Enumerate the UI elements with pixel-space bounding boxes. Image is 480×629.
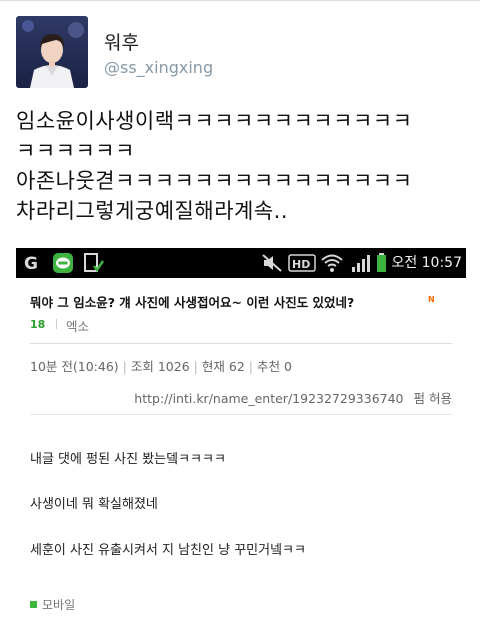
- post-body-line: 세훈이 사진 유출시켜서 지 남친인 냥 꾸민거넼ㅋㅋ: [30, 543, 306, 558]
- tweet-text: 임소윤이사생이랙ㅋㅋㅋㅋㅋㅋㅋㅋㅋㅋㅋㅋ ㅋㅋㅋㅋㅋㅋ 아존나웃겯ㅋㅋㅋㅋㅋㅋㅋ…: [16, 106, 471, 226]
- mobile-square-icon: [30, 601, 37, 608]
- tweet-line: 아존나웃겯ㅋㅋㅋㅋㅋㅋㅋㅋㅋㅋㅋㅋㅋㅋㅋ: [16, 169, 413, 193]
- tweet-line: 차라리그렇게궁예질해라계속..: [16, 199, 289, 223]
- battery-icon: [376, 252, 388, 274]
- tweet-line: ㅋㅋㅋㅋㅋㅋ: [16, 139, 135, 163]
- divider: [56, 319, 57, 329]
- carrier-g-icon: G: [22, 252, 42, 274]
- svg-text:G: G: [24, 254, 38, 274]
- view-count: 조회 1026: [130, 359, 190, 374]
- share-permission: 펌 허용: [413, 391, 452, 406]
- download-check-icon: [82, 252, 105, 274]
- board-name[interactable]: 엑소: [66, 316, 89, 335]
- mobile-text: 모바일: [42, 598, 76, 612]
- wifi-icon: [320, 252, 344, 274]
- status-clock: 오전 10:57: [391, 255, 462, 271]
- divider: [30, 414, 452, 415]
- top-border: [0, 0, 480, 1]
- divider: [30, 343, 452, 344]
- status-bar: G HD 오전 10:57: [16, 248, 466, 278]
- display-name[interactable]: 워후: [104, 28, 139, 55]
- post-url[interactable]: http://inti.kr/name_enter/19232729336740: [134, 391, 403, 406]
- avatar-photo: [16, 16, 88, 88]
- divider: |: [248, 359, 253, 374]
- recommend-count: 추천 0: [257, 359, 292, 374]
- divider: |: [122, 359, 127, 374]
- mute-icon: [261, 252, 283, 274]
- current-count: 현재 62: [201, 359, 245, 374]
- post-url-row: http://inti.kr/name_enter/19232729336740…: [134, 388, 452, 407]
- mobile-label: 모바일: [30, 596, 75, 613]
- hd-voice-icon: HD: [288, 252, 316, 274]
- new-badge: N: [428, 295, 435, 304]
- signal-icon: [350, 252, 372, 274]
- attached-screenshot[interactable]: G HD 오전 10:57 뭐야 그 임소윤? 걔 사진에 사생접어요~ 이런 …: [16, 248, 466, 629]
- reply-count[interactable]: 18: [30, 318, 45, 331]
- tweet-line: 임소윤이사생이랙ㅋㅋㅋㅋㅋㅋㅋㅋㅋㅋㅋㅋ: [16, 109, 413, 133]
- post-time: 10분 전(10:46): [30, 359, 119, 374]
- post-title[interactable]: 뭐야 그 임소윤? 걔 사진에 사생접어요~ 이런 사진도 있었네?: [30, 292, 354, 311]
- user-handle[interactable]: @ss_xingxing: [104, 58, 213, 77]
- divider: |: [193, 359, 198, 374]
- post-body-line: 내글 댓에 펑된 사진 봤는뎈ㅋㅋㅋㅋ: [30, 452, 226, 467]
- avatar[interactable]: [16, 16, 88, 88]
- line-app-icon: [52, 252, 74, 274]
- svg-text:HD: HD: [292, 258, 310, 271]
- post-meta: 10분 전(10:46) | 조회 1026 | 현재 62 | 추천 0: [30, 356, 292, 375]
- post-body-line: 사생이네 뭐 확실해졌네: [30, 497, 158, 512]
